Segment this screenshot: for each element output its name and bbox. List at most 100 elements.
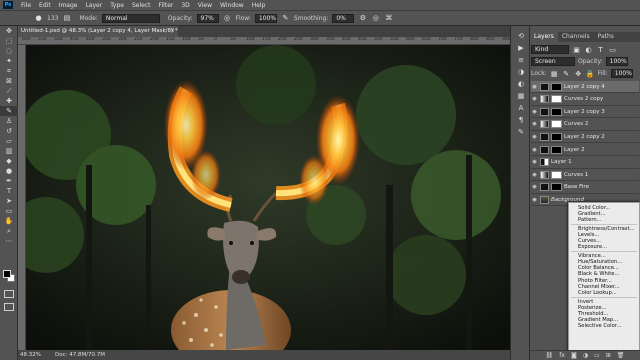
layer-name[interactable]: Curves 1 xyxy=(564,172,588,178)
layer-thumbnail[interactable] xyxy=(540,183,549,192)
actions-panel-icon[interactable]: ▶ xyxy=(511,42,531,54)
color-panel-icon[interactable]: ◐ xyxy=(511,78,531,90)
menu-item[interactable]: Color Lookup... xyxy=(569,290,639,296)
quick-select-tool-icon[interactable]: ✦ xyxy=(0,56,18,66)
adjustment-layer-icon[interactable]: ◑ xyxy=(583,352,588,359)
fill-input[interactable]: 100% xyxy=(610,69,633,78)
foreground-color-swatch[interactable] xyxy=(3,270,11,278)
layer-row[interactable]: ◉ Base Fire xyxy=(531,181,639,194)
layer-mask-thumbnail[interactable] xyxy=(551,145,562,154)
new-layer-icon[interactable]: ⊞ xyxy=(606,352,611,359)
visibility-eye-icon[interactable]: ◉ xyxy=(531,121,538,127)
history-panel-icon[interactable]: ⟲ xyxy=(511,30,531,42)
link-layers-icon[interactable]: ⛓ xyxy=(546,352,554,359)
brush-size[interactable]: 133 xyxy=(47,15,58,22)
layer-mask-thumbnail[interactable] xyxy=(551,132,562,141)
layer-mask-thumbnail[interactable] xyxy=(551,120,562,129)
character-panel-icon[interactable]: A xyxy=(511,102,531,114)
eyedropper-tool-icon[interactable]: ⟋ xyxy=(0,86,18,96)
visibility-eye-icon[interactable]: ◉ xyxy=(531,134,538,140)
menu-file[interactable]: File xyxy=(17,2,35,9)
layer-name[interactable]: Layer 1 xyxy=(551,159,572,165)
layer-row[interactable]: ◉ Layer 1 xyxy=(531,156,639,169)
filter-pixel-icon[interactable]: ▣ xyxy=(572,45,581,54)
layer-name[interactable]: Layer 2 copy 3 xyxy=(564,109,605,115)
more-tools-icon[interactable]: ⋯ xyxy=(0,236,18,246)
visibility-eye-icon[interactable]: ◉ xyxy=(531,96,538,102)
layer-thumbnail[interactable] xyxy=(540,145,549,154)
layer-row[interactable]: ◉ Layer 2 copy 3 xyxy=(531,106,639,119)
history-brush-tool-icon[interactable]: ↺ xyxy=(0,126,18,136)
visibility-eye-icon[interactable]: ◉ xyxy=(531,84,538,90)
layer-thumbnail[interactable] xyxy=(540,120,549,129)
horizontal-ruler[interactable]: 600 550 500 450 400 350 300 250 200 150 100 50 0 50 10… xyxy=(18,37,510,45)
swatches-panel-icon[interactable]: ▦ xyxy=(511,90,531,102)
crop-tool-icon[interactable]: ⌗ xyxy=(0,66,18,76)
shape-tool-icon[interactable]: ▭ xyxy=(0,206,18,216)
canvas[interactable] xyxy=(26,45,510,350)
layer-thumbnail[interactable] xyxy=(540,195,549,204)
brushes-panel-icon[interactable]: ✎ xyxy=(511,126,531,138)
type-tool-icon[interactable]: T xyxy=(0,186,18,196)
opacity-input[interactable]: 97% xyxy=(196,13,219,23)
layer-row[interactable]: ◉ Layer 2 xyxy=(531,144,639,156)
menu-layer[interactable]: Layer xyxy=(81,2,106,9)
zoom-tool-icon[interactable]: ⌕ xyxy=(0,226,18,236)
menu-edit[interactable]: Edit xyxy=(35,2,55,9)
brush-panel-icon[interactable]: ▤ xyxy=(62,14,71,23)
layer-row[interactable]: ◉ Layer 2 copy 2 xyxy=(531,131,639,144)
symmetry-icon[interactable]: ⌘ xyxy=(384,14,393,23)
filter-shape-icon[interactable]: ▭ xyxy=(608,45,617,54)
menu-window[interactable]: Window xyxy=(216,2,248,9)
layer-row[interactable]: ◉ Curves 2 copy xyxy=(531,93,639,106)
layer-opacity-input[interactable]: 100% xyxy=(605,57,628,66)
layer-thumbnail[interactable] xyxy=(540,170,549,179)
layer-mask-thumbnail[interactable] xyxy=(551,95,562,104)
properties-panel-icon[interactable]: ≡ xyxy=(511,54,531,66)
marquee-tool-icon[interactable]: ⬚ xyxy=(0,36,18,46)
layer-mask-thumbnail[interactable] xyxy=(551,82,562,91)
brush-preset-icon[interactable]: ● xyxy=(34,14,43,23)
adjustments-panel-icon[interactable]: ◑ xyxy=(511,66,531,78)
menu-image[interactable]: Image xyxy=(55,2,82,9)
move-tool-icon[interactable]: ✥ xyxy=(0,26,18,36)
menu-item[interactable]: Pattern... xyxy=(569,217,639,223)
layer-name[interactable]: Layer 2 xyxy=(564,147,585,153)
hand-tool-icon[interactable]: ✋ xyxy=(0,216,18,226)
layer-name[interactable]: Curves 2 copy xyxy=(564,96,603,102)
layer-name[interactable]: Curves 2 xyxy=(564,121,588,127)
menu-3d[interactable]: 3D xyxy=(177,2,193,9)
layer-thumbnail[interactable] xyxy=(540,132,549,141)
menu-select[interactable]: Select xyxy=(128,2,155,9)
blend-mode-select[interactable]: Screen xyxy=(531,57,575,66)
filter-adjust-icon[interactable]: ◐ xyxy=(584,45,593,54)
layer-row[interactable]: ◉ Layer 2 copy 4 xyxy=(531,81,639,93)
blur-tool-icon[interactable]: ◆ xyxy=(0,156,18,166)
delete-layer-icon[interactable]: 🗑 xyxy=(617,352,625,359)
lock-transparent-icon[interactable]: ▦ xyxy=(550,69,559,78)
eraser-tool-icon[interactable]: ▱ xyxy=(0,136,18,146)
frame-tool-icon[interactable]: ⊠ xyxy=(0,76,18,86)
vertical-ruler[interactable] xyxy=(18,45,26,350)
smoothing-input[interactable]: 0% xyxy=(332,13,355,23)
lasso-tool-icon[interactable]: ◌ xyxy=(0,46,18,56)
visibility-eye-icon[interactable]: ◉ xyxy=(531,159,538,165)
layer-name[interactable]: Layer 2 copy 2 xyxy=(564,134,605,140)
clone-stamp-tool-icon[interactable]: ♙ xyxy=(0,116,18,126)
visibility-eye-icon[interactable]: ◉ xyxy=(531,172,538,178)
visibility-eye-icon[interactable]: ◉ xyxy=(531,147,538,153)
photoshop-logo[interactable]: Ps xyxy=(3,1,13,9)
tab-channels[interactable]: Channels xyxy=(558,32,594,42)
layer-thumbnail[interactable] xyxy=(540,95,549,104)
layer-thumbnail[interactable] xyxy=(540,82,549,91)
gradient-tool-icon[interactable]: ▥ xyxy=(0,146,18,156)
layer-mask-thumbnail[interactable] xyxy=(551,107,562,116)
menu-view[interactable]: View xyxy=(194,2,216,9)
layer-mask-thumbnail[interactable] xyxy=(551,183,562,192)
lock-all-icon[interactable]: 🔒 xyxy=(586,69,595,78)
menu-item[interactable]: Exposure... xyxy=(569,244,639,250)
settings-gear-icon[interactable]: ⚙ xyxy=(358,14,367,23)
menu-help[interactable]: Help xyxy=(248,2,270,9)
menu-item[interactable]: Selective Color... xyxy=(569,323,639,329)
tab-layers[interactable]: Layers xyxy=(530,32,558,42)
